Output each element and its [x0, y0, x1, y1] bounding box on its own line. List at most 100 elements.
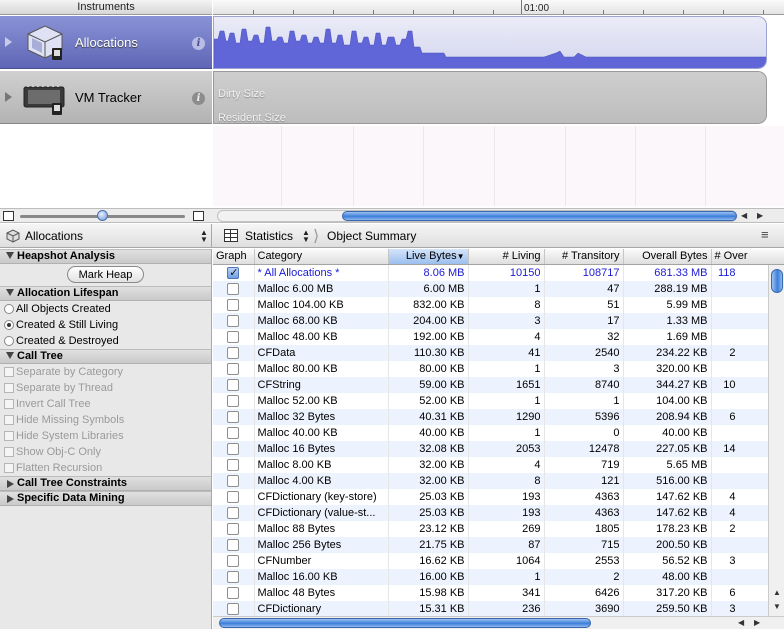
scroll-right-icon[interactable]: ▶	[757, 211, 763, 220]
graph-checkbox[interactable]	[227, 362, 240, 375]
graph-checkbox[interactable]	[227, 442, 240, 455]
section-specific-data-mining[interactable]: Specific Data Mining	[0, 491, 211, 506]
graph-checkbox[interactable]	[227, 538, 240, 551]
graph-checkbox[interactable]	[227, 522, 240, 535]
radio-created-still-living[interactable]: Created & Still Living	[0, 317, 211, 333]
table-row[interactable]: Malloc 48 Bytes 15.98 KB 341 6426 317.20 KB 6	[213, 584, 784, 601]
graph-checkbox[interactable]	[227, 554, 240, 567]
checkbox-hide-missing-symbols[interactable]: Hide Missing Symbols	[0, 412, 211, 428]
table-row[interactable]: Malloc 104.00 KB 832.00 KB 8 51 5.99 MB	[213, 296, 784, 313]
allocations-track-graph[interactable]	[213, 16, 767, 69]
table-horizontal-scrollbar[interactable]: ◀ ▶	[213, 616, 784, 629]
table-row[interactable]: CFData 110.30 KB 41 2540 234.22 KB 2	[213, 344, 784, 361]
section-allocation-lifespan[interactable]: Allocation Lifespan	[0, 286, 211, 301]
transitory-cell: 2	[544, 568, 624, 585]
graph-checkbox[interactable]	[227, 410, 240, 423]
section-heapshot-analysis[interactable]: Heapshot Analysis	[0, 249, 211, 264]
zoom-slider-knob[interactable]	[97, 210, 108, 221]
table-row[interactable]: CFDictionary 15.31 KB 236 3690 259.50 KB 3	[213, 600, 784, 616]
table-row[interactable]: CFDictionary (key-store) 25.03 KB 193 4363 1…	[213, 488, 784, 505]
table-row[interactable]: Malloc 256 Bytes 21.75 KB 87 715 200.50 KB	[213, 536, 784, 553]
table-horizontal-scroll-thumb[interactable]	[219, 618, 591, 628]
zoom-out-icon[interactable]	[3, 211, 14, 221]
info-icon[interactable]: i	[192, 92, 205, 105]
timeline-ruler[interactable]: 01:00	[213, 0, 784, 15]
instrument-row-vm-tracker[interactable]: VM Tracker i	[0, 71, 212, 124]
timeline-scroll-thumb[interactable]	[342, 211, 737, 221]
table-row[interactable]: Malloc 48.00 KB 192.00 KB 4 32 1.69 MB	[213, 328, 784, 345]
mark-heap-button[interactable]: Mark Heap	[67, 266, 144, 283]
checkbox-separate-by-thread[interactable]: Separate by Thread	[0, 380, 211, 396]
table-row[interactable]: Malloc 16 Bytes 32.08 KB 2053 12478 227.05 K…	[213, 440, 784, 457]
instrument-row-allocations[interactable]: Allocations i	[0, 16, 212, 69]
checkbox-hide-system-libraries[interactable]: Hide System Libraries	[0, 428, 211, 444]
scroll-left-icon[interactable]: ◀	[741, 211, 747, 220]
checkbox-show-objc-only[interactable]: Show Obj-C Only	[0, 444, 211, 460]
table-row[interactable]: Malloc 8.00 KB 32.00 KB 4 719 5.65 MB	[213, 456, 784, 473]
graph-checkbox[interactable]	[227, 378, 240, 391]
graph-checkbox[interactable]	[227, 506, 240, 519]
disclosure-triangle-icon[interactable]	[5, 37, 12, 47]
column-header-category[interactable]: Category	[254, 249, 389, 265]
checkbox-invert-call-tree[interactable]: Invert Call Tree	[0, 396, 211, 412]
table-row[interactable]: Malloc 4.00 KB 32.00 KB 8 121 516.00 KB	[213, 472, 784, 489]
table-row[interactable]: Malloc 88 Bytes 23.12 KB 269 1805 178.23 KB 2	[213, 520, 784, 537]
info-icon[interactable]: i	[192, 37, 205, 50]
column-header-live-bytes[interactable]: Live Bytes▼	[388, 249, 469, 265]
graph-checkbox[interactable]	[227, 314, 240, 327]
graph-checkbox[interactable]	[227, 602, 240, 615]
radio-all-objects-created[interactable]: All Objects Created	[0, 301, 211, 317]
checkbox-flatten-recursion[interactable]: Flatten Recursion	[0, 460, 211, 476]
graph-checkbox[interactable]	[227, 330, 240, 343]
table-row[interactable]: Malloc 32 Bytes 40.31 KB 1290 5396 208.94 KB…	[213, 408, 784, 425]
section-call-tree[interactable]: Call Tree	[0, 349, 211, 364]
breadcrumb-object-summary[interactable]: Object Summary	[327, 229, 416, 243]
table-row[interactable]: CFDictionary (value-st... 25.03 KB 193 4363…	[213, 504, 784, 521]
table-vertical-scroll-thumb[interactable]	[771, 269, 783, 293]
column-header-living[interactable]: # Living	[468, 249, 545, 265]
popup-arrows-icon[interactable]: ▲ ▼	[302, 229, 310, 244]
column-header-overall-count[interactable]: # Over	[711, 249, 784, 265]
table-row[interactable]: Malloc 80.00 KB 80.00 KB 1 3 320.00 KB	[213, 360, 784, 377]
graph-cell	[213, 456, 255, 473]
disclosure-triangle-icon[interactable]	[5, 92, 12, 102]
table-view-icon[interactable]	[224, 229, 238, 242]
popup-arrows-icon[interactable]: ▲ ▼	[200, 229, 208, 244]
graph-checkbox[interactable]	[227, 458, 240, 471]
graph-checkbox[interactable]	[227, 282, 240, 295]
vm-tracker-track[interactable]: Dirty Size Resident Size	[213, 71, 767, 124]
radio-created-destroyed[interactable]: Created & Destroyed	[0, 333, 211, 349]
table-row[interactable]: Malloc 68.00 KB 204.00 KB 3 17 1.33 MB	[213, 312, 784, 329]
menu-lines-icon[interactable]: ≡	[761, 227, 769, 242]
graph-checkbox[interactable]	[227, 586, 240, 599]
graph-checkbox[interactable]	[227, 570, 240, 583]
table-row[interactable]: Malloc 52.00 KB 52.00 KB 1 1 104.00 KB	[213, 392, 784, 409]
view-selector-statistics[interactable]: Statistics	[245, 229, 293, 243]
table-row[interactable]: Malloc 16.00 KB 16.00 KB 1 2 48.00 KB	[213, 568, 784, 585]
instrument-selector[interactable]: Allocations ▲ ▼	[0, 224, 212, 248]
column-header-overall-bytes[interactable]: Overall Bytes	[623, 249, 712, 265]
scroll-right-icon[interactable]: ▶	[754, 618, 760, 627]
table-row[interactable]: CFString 59.00 KB 1651 8740 344.27 KB 10	[213, 376, 784, 393]
table-vertical-scrollbar[interactable]: ▲ ▼	[768, 265, 784, 616]
scroll-left-icon[interactable]: ◀	[738, 618, 744, 627]
table-row[interactable]: Malloc 40.00 KB 40.00 KB 1 0 40.00 KB	[213, 424, 784, 441]
graph-checkbox[interactable]	[227, 394, 240, 407]
column-header-graph[interactable]: Graph	[213, 249, 255, 265]
checkbox-separate-by-category[interactable]: Separate by Category	[0, 364, 211, 380]
scroll-down-icon[interactable]: ▼	[773, 602, 781, 611]
scroll-up-icon[interactable]: ▲	[773, 588, 781, 597]
section-call-tree-constraints[interactable]: Call Tree Constraints	[0, 476, 211, 491]
graph-checkbox[interactable]	[227, 426, 240, 439]
graph-checkbox[interactable]	[227, 346, 240, 359]
table-row[interactable]: * All Allocations *8.06 MB10150108717681…	[213, 264, 784, 281]
graph-checkbox[interactable]	[227, 474, 240, 487]
graph-checkbox[interactable]	[227, 490, 240, 503]
column-header-transitory[interactable]: # Transitory	[544, 249, 624, 265]
graph-checkbox[interactable]	[227, 265, 240, 281]
zoom-in-icon[interactable]	[193, 211, 204, 221]
table-row[interactable]: Malloc 6.00 MB 6.00 MB 1 47 288.19 MB	[213, 280, 784, 297]
table-row[interactable]: CFNumber 16.62 KB 1064 2553 56.52 KB 3	[213, 552, 784, 569]
graph-checkbox[interactable]	[227, 298, 240, 311]
timeline-scrollbar[interactable]	[217, 210, 737, 222]
